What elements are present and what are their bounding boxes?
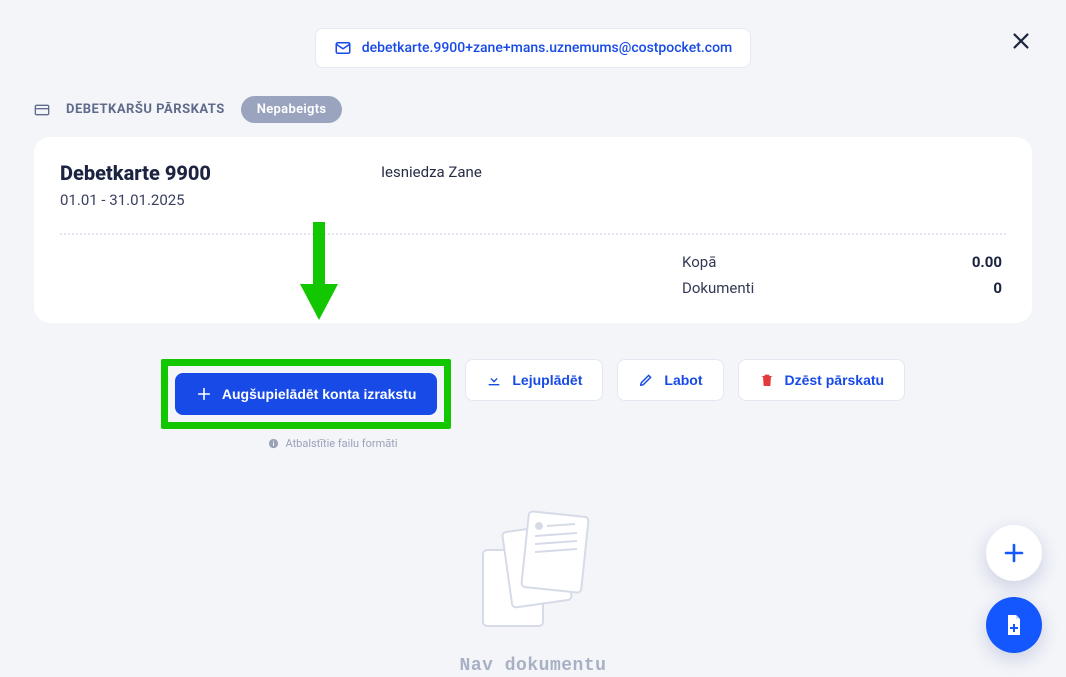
- supported-formats-text: Atbalstītie failu formāti: [285, 437, 397, 450]
- close-button[interactable]: [1010, 30, 1032, 56]
- download-icon: [486, 372, 502, 388]
- empty-state-message: Nav dokumentu: [0, 656, 1066, 676]
- file-plus-icon: [1002, 613, 1026, 637]
- action-bar: Augšupielādēt konta izrakstu Lejuplādēt …: [0, 359, 1066, 429]
- edit-label: Labot: [664, 372, 702, 388]
- divider: [60, 233, 1006, 235]
- total-label: Kopā: [682, 253, 802, 271]
- report-submitter: Iesniedza Zane: [381, 161, 482, 181]
- reporting-email-text: debetkarte.9900+zane+mans.uznemums@costp…: [362, 40, 732, 56]
- fab-stack: [986, 525, 1042, 653]
- pencil-icon: [638, 372, 654, 388]
- empty-state: Nav dokumentu: [0, 500, 1066, 676]
- fab-add-button[interactable]: [986, 525, 1042, 581]
- edit-button[interactable]: Labot: [617, 359, 723, 401]
- documents-illustration-icon: [463, 500, 603, 640]
- upload-statement-label: Augšupielādēt konta izrakstu: [222, 386, 416, 402]
- fab-new-document-button[interactable]: [986, 597, 1042, 653]
- report-card: Debetkarte 9900 01.01 - 31.01.2025 Iesni…: [34, 137, 1032, 323]
- mail-icon: [334, 39, 352, 57]
- download-label: Lejuplādēt: [512, 372, 582, 388]
- annotation-highlight: Augšupielādēt konta izrakstu: [161, 359, 451, 429]
- plus-icon: [1002, 541, 1026, 565]
- reporting-email-button[interactable]: debetkarte.9900+zane+mans.uznemums@costp…: [315, 28, 751, 68]
- report-title: Debetkarte 9900: [60, 161, 211, 185]
- documents-value: 0: [942, 279, 1002, 297]
- close-icon: [1010, 30, 1032, 52]
- status-badge: Nepabeigts: [241, 96, 343, 123]
- info-icon: [268, 438, 279, 449]
- plus-icon: [196, 386, 212, 402]
- report-date-range: 01.01 - 31.01.2025: [60, 191, 211, 209]
- credit-card-icon: [34, 102, 50, 118]
- supported-formats-hint[interactable]: Atbalstītie failu formāti: [198, 437, 468, 450]
- delete-report-label: Dzēst pārskatu: [785, 372, 885, 388]
- breadcrumb: DEBETKARŠU PĀRSKATS Nepabeigts: [0, 68, 1066, 137]
- total-value: 0.00: [942, 253, 1002, 271]
- documents-label: Dokumenti: [682, 279, 802, 297]
- trash-icon: [759, 372, 775, 388]
- breadcrumb-title: DEBETKARŠU PĀRSKATS: [66, 102, 225, 117]
- delete-report-button[interactable]: Dzēst pārskatu: [738, 359, 906, 401]
- upload-statement-button[interactable]: Augšupielādēt konta izrakstu: [175, 373, 437, 415]
- download-button[interactable]: Lejuplādēt: [465, 359, 603, 401]
